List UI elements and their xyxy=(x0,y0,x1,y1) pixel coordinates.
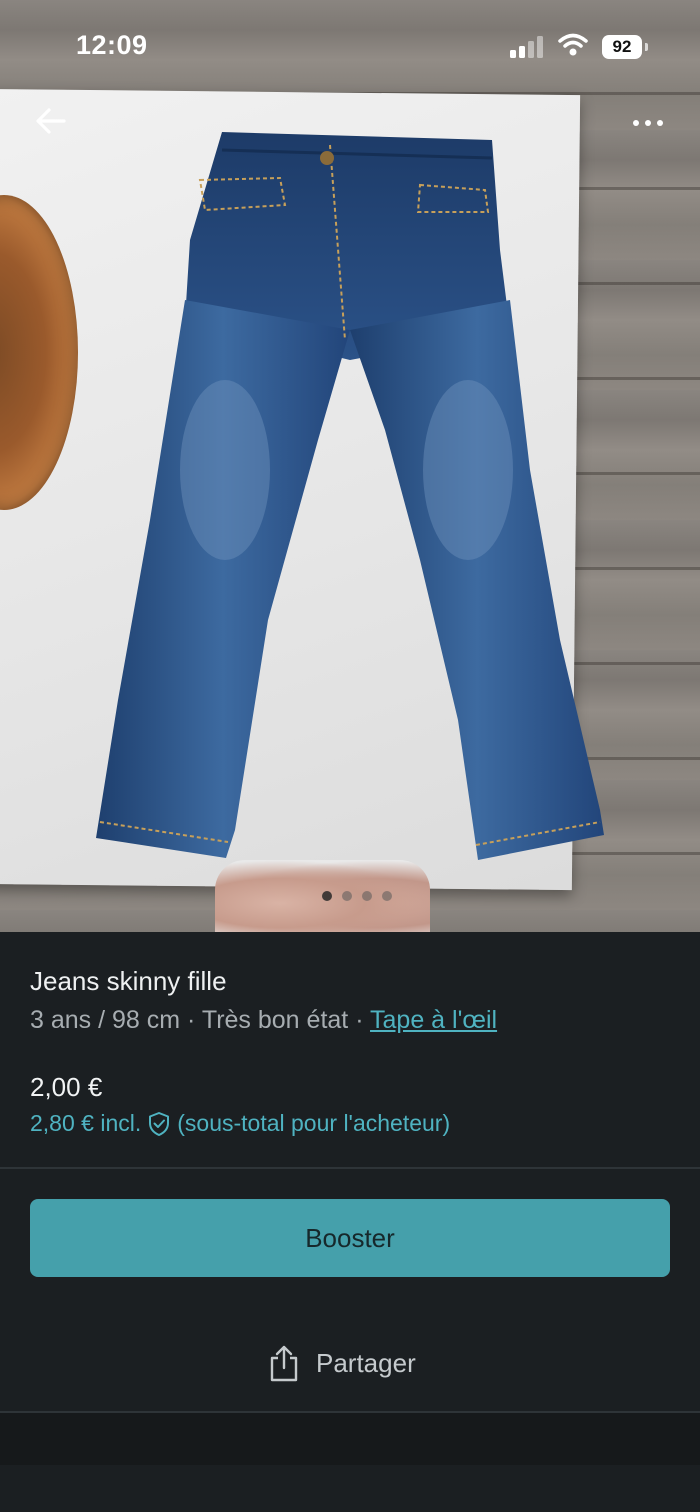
battery-nub xyxy=(645,43,648,51)
share-icon xyxy=(270,1345,298,1382)
listing-title: Jeans skinny fille xyxy=(30,966,227,996)
share-label: Partager xyxy=(316,1347,416,1378)
price-incl-value: 2,80 € incl. xyxy=(30,1110,142,1136)
status-time: 12:09 xyxy=(76,30,148,60)
more-dot xyxy=(633,120,639,126)
buyer-protection-price[interactable]: 2,80 € incl. (sous-total pour l'acheteur… xyxy=(30,1110,450,1137)
battery-indicator: 92 xyxy=(602,35,642,59)
more-dot xyxy=(657,120,663,126)
meta-separator: · xyxy=(187,1006,196,1034)
jeans-image xyxy=(96,132,604,860)
page-dot xyxy=(382,891,392,901)
brand-link[interactable]: Tape à l'œil xyxy=(370,1006,497,1034)
listing-condition: Très bon état xyxy=(201,1006,349,1034)
product-photo[interactable] xyxy=(0,0,700,932)
page-dot xyxy=(342,891,352,901)
back-arrow-icon[interactable] xyxy=(34,104,68,138)
page-dot-active xyxy=(322,891,332,901)
price-incl-note: (sous-total pour l'acheteur) xyxy=(177,1110,451,1136)
listing-size: 3 ans / 98 cm xyxy=(30,1006,181,1034)
status-bar: 12:09 92 xyxy=(0,0,700,95)
divider xyxy=(0,1167,700,1169)
more-dot xyxy=(645,120,651,126)
photo-page-indicator xyxy=(322,891,392,901)
bottom-bar xyxy=(0,1413,700,1465)
meta-separator: · xyxy=(355,1006,364,1034)
share-button[interactable]: Partager xyxy=(268,1340,416,1386)
cellular-signal-icon xyxy=(510,36,543,58)
shield-check-icon xyxy=(149,1111,170,1136)
listing-price: 2,00 € xyxy=(30,1072,103,1102)
booster-button[interactable]: Booster xyxy=(30,1199,670,1277)
page-dot xyxy=(362,891,372,901)
listing-meta: 3 ans / 98 cm · Très bon état · Tape à l… xyxy=(30,1006,497,1035)
more-options-icon[interactable] xyxy=(626,108,670,138)
wifi-icon xyxy=(558,33,588,56)
